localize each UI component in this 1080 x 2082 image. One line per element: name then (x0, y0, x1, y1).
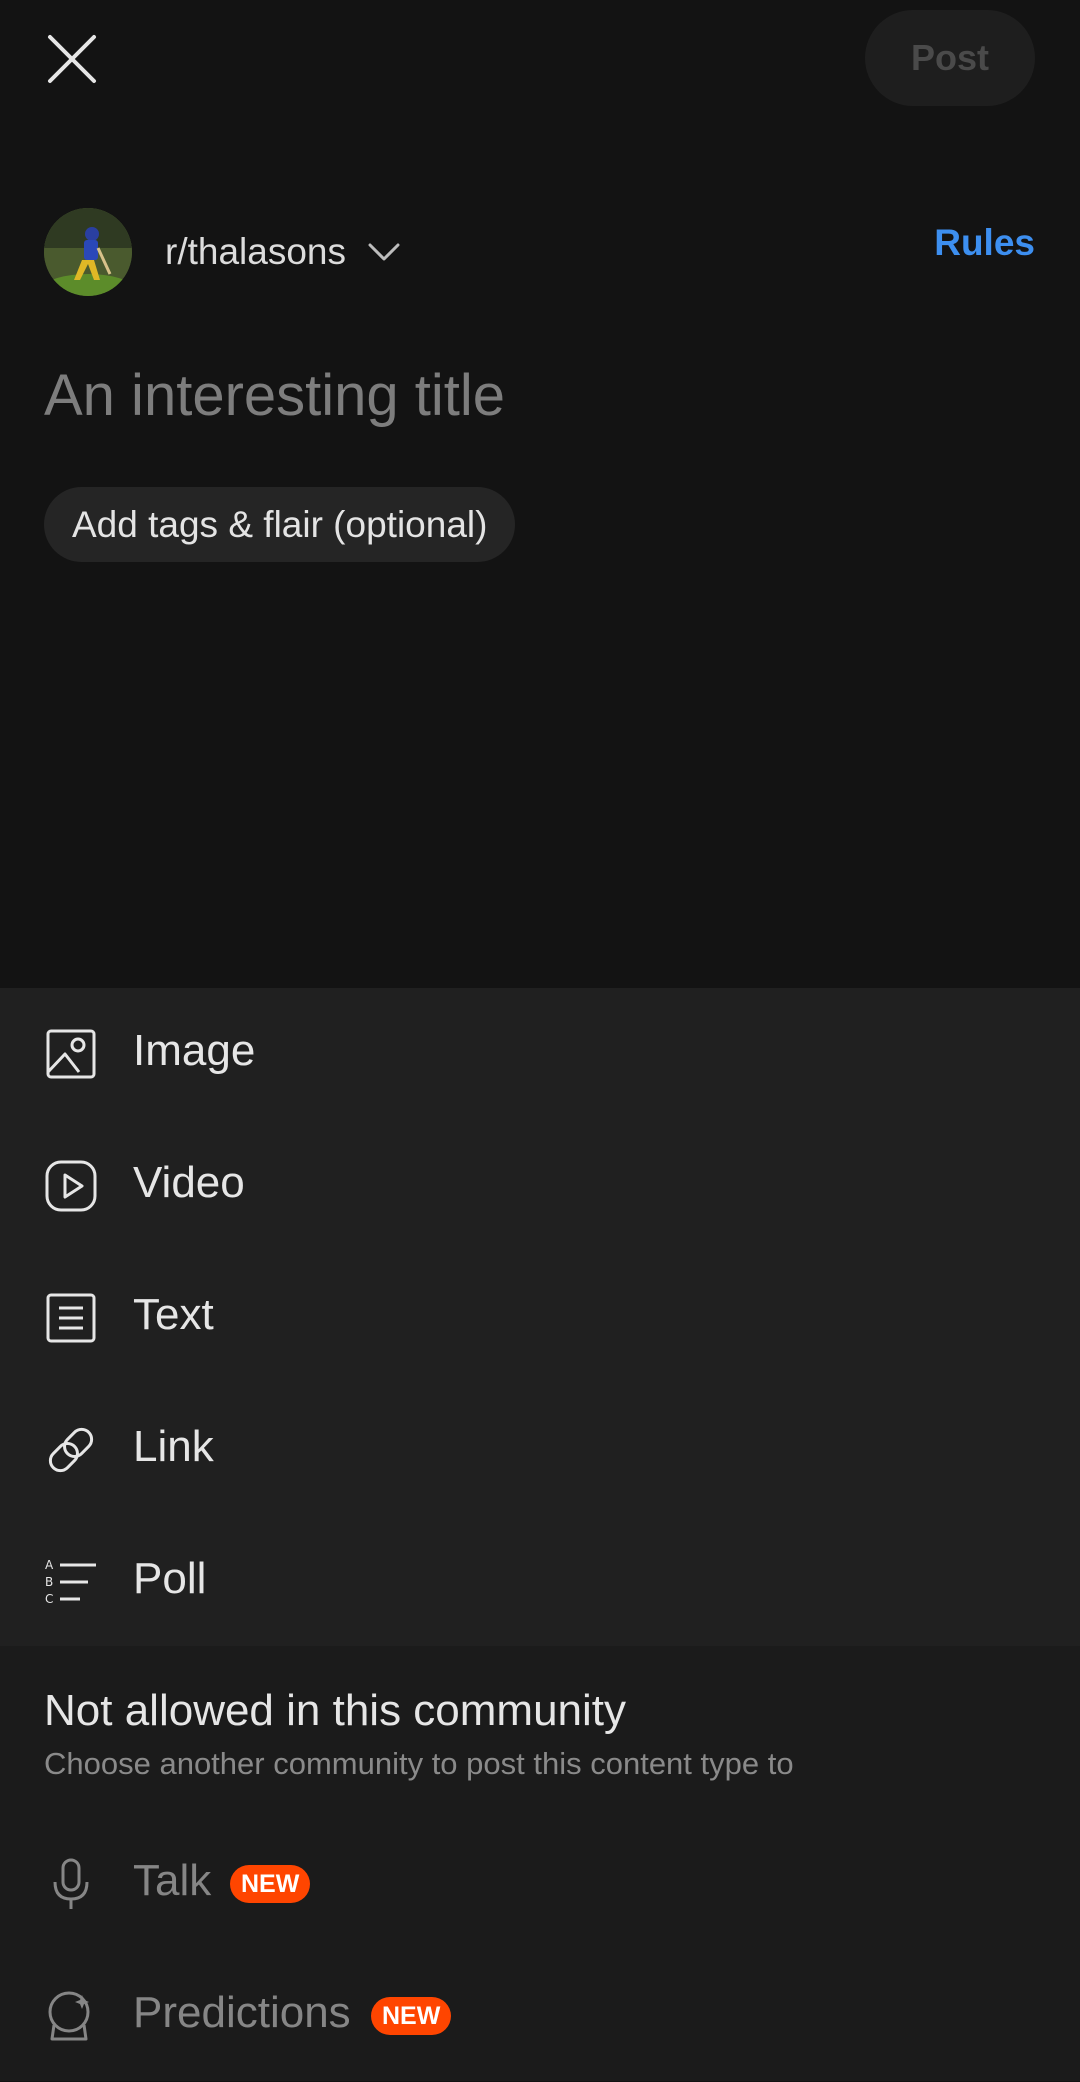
title-input[interactable] (44, 350, 1034, 440)
not-allowed-title: Not allowed in this community (44, 1686, 627, 1735)
community-selector[interactable]: r/thalasons (44, 208, 400, 296)
post-type-text[interactable]: Text (0, 1252, 1080, 1384)
talk-label: Talk (133, 1856, 212, 1905)
poll-icon: A B C (44, 1555, 98, 1609)
svg-text:A: A (45, 1558, 54, 1572)
text-icon (44, 1291, 98, 1345)
community-name: r/thalasons (165, 231, 346, 272)
community-avatar (44, 208, 132, 296)
post-type-link[interactable]: Link (0, 1384, 1080, 1516)
post-type-label: Poll (133, 1554, 207, 1603)
video-icon (44, 1159, 98, 1213)
composer-area: Post r/thalasons Rules Add tags & flair … (0, 0, 1080, 988)
post-type-sheet: Image Video Text Link A B C Poll (0, 988, 1080, 1646)
post-type-talk: Talk NEW (0, 1818, 1080, 1950)
svg-text:B: B (45, 1575, 53, 1589)
post-button[interactable]: Post (865, 10, 1035, 106)
post-type-predictions: Predictions NEW (0, 1950, 1080, 2082)
microphone-icon (44, 1857, 98, 1911)
post-type-label: Link (133, 1422, 214, 1471)
new-badge: NEW (371, 1997, 452, 2035)
post-type-label: Text (133, 1290, 214, 1339)
close-button[interactable] (30, 22, 114, 96)
predictions-label: Predictions (133, 1988, 351, 2037)
post-type-image[interactable]: Image (0, 988, 1080, 1120)
not-allowed-section: Not allowed in this community Choose ano… (0, 1646, 1080, 2081)
post-type-label: Video (133, 1158, 245, 1207)
post-type-label: Image (133, 1026, 256, 1075)
not-allowed-subtitle: Choose another community to post this co… (44, 1746, 794, 1781)
post-type-video[interactable]: Video (0, 1120, 1080, 1252)
chevron-down-icon (368, 242, 400, 262)
add-tags-flair-button[interactable]: Add tags & flair (optional) (44, 487, 516, 562)
link-icon (44, 1423, 98, 1477)
rules-link[interactable]: Rules (934, 222, 1035, 264)
image-icon (44, 1027, 98, 1081)
crystal-ball-icon (44, 1989, 98, 2043)
new-badge: NEW (230, 1865, 311, 1903)
close-icon (48, 35, 96, 83)
post-type-poll[interactable]: A B C Poll (0, 1516, 1080, 1648)
svg-text:C: C (45, 1592, 53, 1606)
